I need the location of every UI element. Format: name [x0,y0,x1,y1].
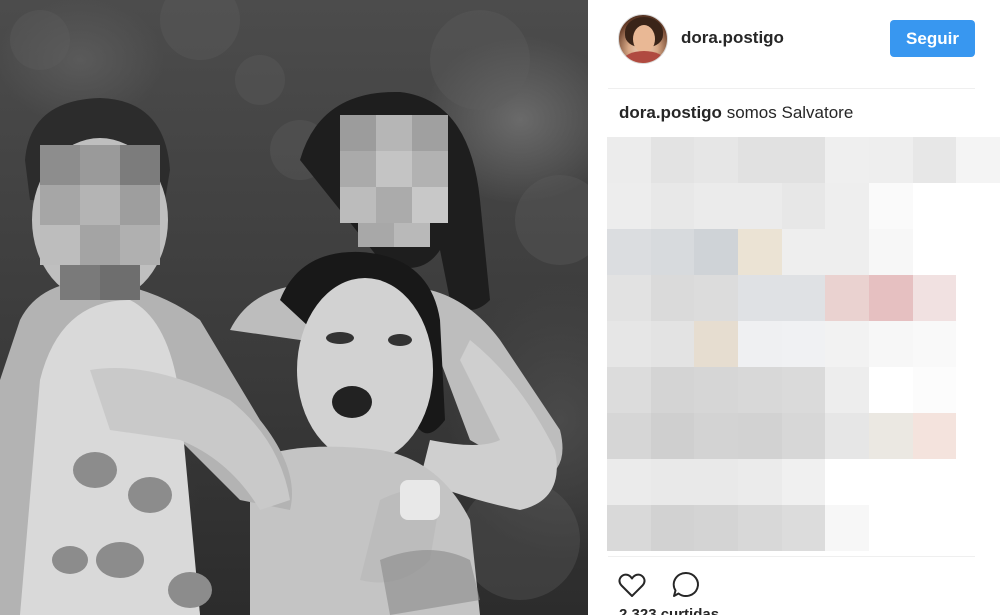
post-header: dora.postigo Seguir [588,0,1000,88]
actions-divider [608,556,975,557]
comment-bubble-icon[interactable] [670,569,702,601]
post-sidebar: dora.postigo Seguir dora.postigo somos S… [588,0,1000,615]
caption-username[interactable]: dora.postigo [619,103,722,122]
user-avatar-icon[interactable] [618,14,668,64]
post-caption: dora.postigo somos Salvatore [619,103,853,123]
post-actions [616,569,720,603]
comments-redacted [607,137,1000,553]
caption-text: somos Salvatore [726,103,854,122]
post-photo [0,0,588,615]
likes-count[interactable]: 2.323 curtidas [619,606,719,615]
author-username[interactable]: dora.postigo [681,28,784,48]
photo-scene [0,0,588,615]
header-divider [608,88,975,89]
follow-button[interactable]: Seguir [890,20,975,57]
heart-icon[interactable] [616,569,648,601]
